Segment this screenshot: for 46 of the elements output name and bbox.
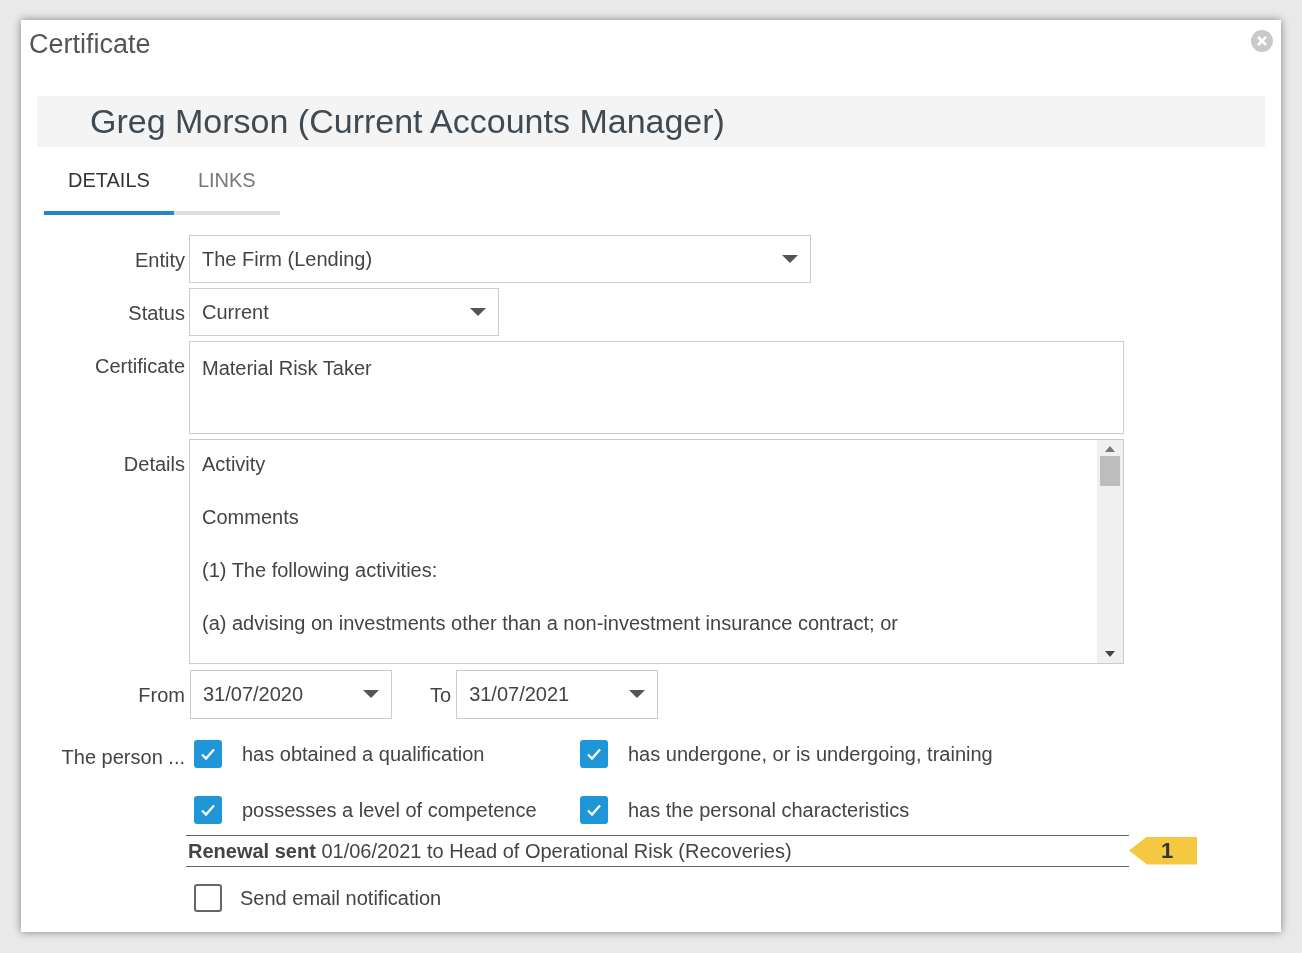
scrollbar-thumb[interactable] bbox=[1100, 455, 1120, 486]
window-title: Certificate bbox=[29, 28, 151, 61]
details-line: Activity bbox=[202, 451, 267, 477]
renewal-note: Renewal sent 01/06/2021 to Head of Operational Risk (Recoveries) bbox=[186, 834, 1129, 867]
tab[interactable]: DETAILS bbox=[44, 156, 174, 215]
checkbox[interactable] bbox=[194, 883, 222, 912]
checkbox[interactable] bbox=[194, 739, 222, 768]
details-line: (a) advising on investments other than a non-investment insurance contract; or bbox=[202, 610, 899, 636]
entity-dropdown[interactable]: The Firm (Lending) bbox=[189, 234, 811, 283]
checkbox-label: has undergone, or is undergoing, training bbox=[628, 741, 993, 767]
certificate-field[interactable]: Material Risk Taker bbox=[189, 340, 1124, 434]
checkbox-label: Send email notification bbox=[240, 885, 442, 911]
checkbox-label: has obtained a qualification bbox=[242, 741, 485, 767]
field-label: The person ... bbox=[60, 744, 185, 770]
field-label: Details bbox=[122, 451, 185, 477]
scroll-down-arrow-icon[interactable] bbox=[1105, 650, 1115, 657]
dropdown-caret-icon bbox=[363, 690, 379, 698]
checkbox[interactable] bbox=[580, 795, 608, 824]
details-line: (1) The following activities: bbox=[202, 557, 439, 583]
dropdown-value: 31/07/2021 bbox=[469, 682, 570, 707]
field-label: Certificate bbox=[93, 353, 185, 379]
checkbox-label: possesses a level of competence bbox=[242, 797, 537, 823]
dropdown-value: The Firm (Lending) bbox=[202, 246, 373, 272]
scrollbar[interactable] bbox=[1097, 439, 1123, 663]
field-label: From bbox=[137, 682, 185, 708]
dropdown-value: 31/07/2020 bbox=[203, 682, 304, 707]
scroll-up-arrow-icon[interactable] bbox=[1105, 445, 1115, 452]
field-label: Status bbox=[127, 300, 185, 326]
dropdown-caret-icon bbox=[629, 690, 646, 698]
checkbox[interactable] bbox=[580, 739, 608, 768]
person-name: Greg Morson (Current Accounts Manager) bbox=[90, 100, 725, 142]
field-label: To bbox=[430, 682, 452, 708]
checkbox[interactable] bbox=[194, 795, 222, 824]
details-textarea[interactable]: Activity Comments (1) The following activities: (a) advising on investments other than a non-investment insurance contract; or bbox=[189, 438, 1124, 664]
dropdown-caret-icon bbox=[782, 254, 798, 263]
dropdown-caret-icon bbox=[470, 307, 486, 316]
close-icon[interactable] bbox=[1251, 30, 1273, 52]
details-line: Comments bbox=[202, 504, 300, 530]
field-label: Entity bbox=[133, 247, 185, 273]
dropdown-value: Current bbox=[202, 299, 269, 325]
tab[interactable]: LINKS bbox=[173, 156, 280, 215]
status-dropdown[interactable]: Current bbox=[189, 287, 499, 336]
from-date-dropdown[interactable]: 31/07/2020 bbox=[190, 669, 392, 719]
to-date-dropdown[interactable]: 31/07/2021 bbox=[456, 669, 659, 719]
badge: 1 bbox=[1129, 836, 1197, 865]
checkbox-label: has the personal characteristics bbox=[628, 797, 910, 823]
